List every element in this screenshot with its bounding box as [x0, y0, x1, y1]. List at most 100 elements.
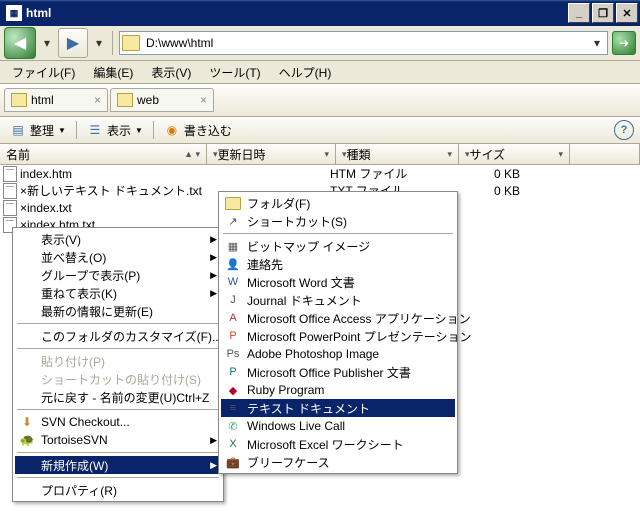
chevron-down-icon: ▼ — [58, 126, 66, 135]
tab-label: html — [31, 93, 54, 107]
menu-bar: ファイル(F) 編集(E) 表示(V) ツール(T) ヘルプ(H) — [0, 61, 640, 84]
psd-icon: Ps — [225, 346, 241, 362]
help-button[interactable]: ? — [614, 120, 634, 140]
tab-html[interactable]: html × — [4, 88, 108, 112]
minimize-button[interactable]: _ — [568, 3, 590, 23]
menu-item[interactable]: 最新の情報に更新(E) — [15, 302, 221, 320]
close-button[interactable]: ✕ — [616, 3, 638, 23]
menu-item[interactable]: 表示(V)▶ — [15, 230, 221, 248]
file-name: ×index.txt — [20, 201, 214, 215]
menu-item[interactable]: 新規作成(W)▶ — [15, 456, 221, 474]
context-menu: 表示(V)▶並べ替え(O)▶グループで表示(P)▶重ねて表示(K)▶最新の情報に… — [12, 227, 224, 502]
submenu-arrow-icon: ▶ — [210, 460, 217, 471]
menu-item[interactable]: プロパティ(R) — [15, 481, 221, 499]
menu-file[interactable]: ファイル(F) — [4, 61, 83, 84]
col-mdate[interactable]: ▾更新日時▾ — [207, 144, 336, 164]
menu-item[interactable]: ◆Ruby Program — [221, 381, 455, 399]
pub-icon: P — [225, 364, 241, 380]
file-row[interactable]: index.htmHTM ファイル0 KB — [0, 165, 640, 182]
nav-toolbar: ◀ ▾ ▶ ▾ ▾ ➜ — [0, 26, 640, 61]
svn-icon: ⬇ — [19, 414, 35, 430]
address-input[interactable] — [144, 35, 585, 51]
menu-item[interactable]: 並べ替え(O)▶ — [15, 248, 221, 266]
menu-item[interactable]: AMicrosoft Office Access アプリケーション — [221, 309, 455, 327]
menu-item[interactable]: WMicrosoft Word 文書 — [221, 273, 455, 291]
organize-button[interactable]: ▤ 整理 ▼ — [6, 120, 70, 141]
submenu-arrow-icon: ▶ — [210, 270, 217, 281]
organize-label: 整理 — [30, 122, 54, 139]
menu-item[interactable]: ▦ビットマップ イメージ — [221, 237, 455, 255]
menu-item[interactable]: ≡テキスト ドキュメント — [221, 399, 455, 417]
xls-icon: X — [225, 436, 241, 452]
access-icon: A — [225, 310, 241, 326]
back-button[interactable]: ◀ — [4, 27, 36, 59]
col-type[interactable]: ▾種類▾ — [336, 144, 459, 164]
menu-item[interactable]: PMicrosoft PowerPoint プレゼンテーション — [221, 327, 455, 345]
menu-item[interactable]: 🐢TortoiseSVN▶ — [15, 431, 221, 449]
tab-bar: html × web × — [0, 84, 640, 117]
col-size[interactable]: ▾サイズ▾ — [459, 144, 570, 164]
go-button[interactable]: ➜ — [612, 31, 636, 55]
forward-button[interactable]: ▶ — [58, 28, 88, 58]
tab-web[interactable]: web × — [110, 88, 214, 112]
address-bar[interactable]: ▾ — [119, 31, 608, 55]
menu-item[interactable]: PMicrosoft Office Publisher 文書 — [221, 363, 455, 381]
close-icon[interactable]: × — [94, 93, 101, 107]
menu-item[interactable]: このフォルダのカスタマイズ(F)... — [15, 327, 221, 345]
back-dropdown[interactable]: ▾ — [40, 29, 54, 57]
titlebar[interactable]: ▦ html _ ❐ ✕ — [0, 0, 640, 26]
menu-help[interactable]: ヘルプ(H) — [271, 61, 340, 84]
address-dropdown[interactable]: ▾ — [589, 36, 605, 50]
col-name[interactable]: 名前▲ ▾ — [0, 144, 207, 164]
menu-item[interactable]: フォルダ(F) — [221, 194, 455, 212]
menu-item[interactable]: 貼り付け(P) — [15, 352, 221, 370]
submenu-arrow-icon: ▶ — [210, 435, 217, 446]
menu-item[interactable]: PsAdobe Photoshop Image — [221, 345, 455, 363]
menu-item[interactable]: XMicrosoft Excel ワークシート — [221, 435, 455, 453]
view-button[interactable]: ☰ 表示 ▼ — [83, 120, 147, 141]
submenu-new: フォルダ(F)↗ショートカット(S) ▦ビットマップ イメージ👤連絡先WMicro… — [218, 191, 458, 474]
organize-icon: ▤ — [10, 122, 26, 138]
menu-item[interactable]: 💼ブリーフケース — [221, 453, 455, 471]
ppt-icon: P — [225, 328, 241, 344]
menu-item[interactable]: 元に戻す - 名前の変更(U)Ctrl+Z — [15, 388, 221, 406]
file-type: HTM ファイル — [330, 165, 440, 182]
briefcase-icon: 💼 — [225, 454, 241, 470]
menu-view[interactable]: 表示(V) — [143, 61, 199, 84]
menu-item[interactable]: 重ねて表示(K)▶ — [15, 284, 221, 302]
menu-item[interactable]: ショートカットの貼り付け(S) — [15, 370, 221, 388]
menu-item[interactable]: JJournal ドキュメント — [221, 291, 455, 309]
folder-icon — [122, 35, 140, 51]
bmp-icon: ▦ — [225, 238, 241, 254]
submenu-arrow-icon: ▶ — [210, 288, 217, 299]
journal-icon: J — [225, 292, 241, 308]
folder-icon — [11, 93, 27, 107]
menu-item[interactable]: 👤連絡先 — [221, 255, 455, 273]
menu-item[interactable]: グループで表示(P)▶ — [15, 266, 221, 284]
tab-label: web — [137, 93, 159, 107]
word-icon: W — [225, 274, 241, 290]
document-icon — [2, 200, 18, 216]
window-title: html — [26, 6, 51, 20]
menu-tools[interactable]: ツール(T) — [201, 61, 268, 84]
menu-item[interactable]: ⬇SVN Checkout... — [15, 413, 221, 431]
toolbar: ▤ 整理 ▼ ☰ 表示 ▼ ◉ 書き込む ? — [0, 117, 640, 144]
menu-edit[interactable]: 編集(E) — [85, 61, 141, 84]
column-headers: 名前▲ ▾ ▾更新日時▾ ▾種類▾ ▾サイズ▾ — [0, 144, 640, 165]
burn-button[interactable]: ◉ 書き込む — [160, 120, 236, 141]
forward-dropdown[interactable]: ▾ — [92, 29, 106, 57]
app-icon: ▦ — [6, 5, 22, 21]
explorer-window: ▦ html _ ❐ ✕ ◀ ▾ ▶ ▾ ▾ ➜ ファイル(F) 編集(E) 表… — [0, 0, 640, 512]
txt-icon: ≡ — [225, 400, 241, 416]
menu-item[interactable]: ✆Windows Live Call — [221, 417, 455, 435]
shortcut-icon: ↗ — [225, 213, 241, 229]
view-icon: ☰ — [87, 122, 103, 138]
menu-item[interactable]: ↗ショートカット(S) — [221, 212, 455, 230]
file-name: index.htm — [20, 167, 214, 181]
file-list[interactable]: index.htmHTM ファイル0 KB×新しいテキスト ドキュメント.txt… — [0, 165, 640, 512]
maximize-button[interactable]: ❐ — [592, 3, 614, 23]
tortoise-icon: 🐢 — [19, 432, 35, 448]
close-icon[interactable]: × — [200, 93, 207, 107]
chevron-down-icon: ▼ — [135, 126, 143, 135]
document-icon — [2, 166, 18, 182]
